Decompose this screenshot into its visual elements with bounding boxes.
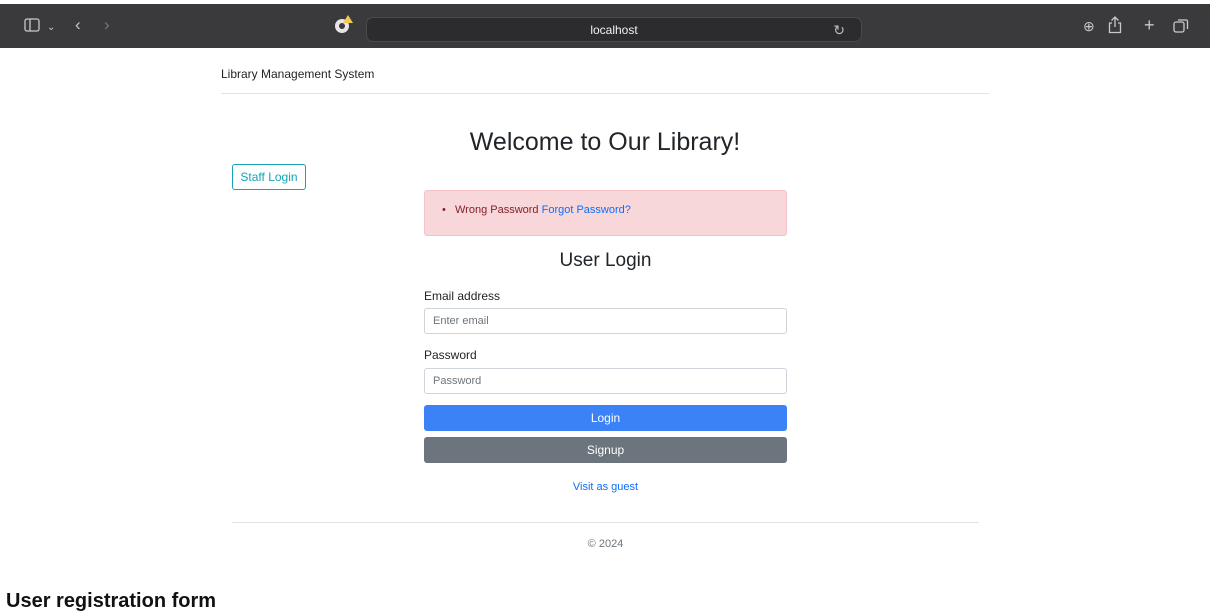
login-button[interactable]: Login (424, 405, 787, 431)
forgot-password-link[interactable]: Forgot Password? (542, 204, 631, 216)
footer-copyright: © 2024 (587, 538, 624, 550)
address-bar[interactable]: localhost ↻ (366, 17, 862, 42)
navbar-brand[interactable]: Library Management System (221, 67, 374, 81)
address-bar-url: localhost (590, 23, 638, 37)
staff-login-button[interactable]: Staff Login (232, 164, 306, 190)
new-tab-icon[interactable]: + (1144, 16, 1155, 34)
forward-icon[interactable]: › (104, 16, 110, 33)
download-icon[interactable]: ⊕ (1083, 18, 1095, 35)
shield-icon[interactable] (334, 14, 354, 39)
tabs-icon[interactable] (1173, 18, 1189, 37)
visit-as-guest-link[interactable]: Visit as guest (424, 481, 787, 493)
sidebar-icon[interactable] (24, 18, 40, 35)
share-icon[interactable] (1108, 16, 1122, 37)
signup-button[interactable]: Signup (424, 437, 787, 463)
back-icon[interactable]: ‹ (75, 16, 81, 33)
browser-toolbar: ⌄ ‹ › localhost ↻ ⊕ + (0, 4, 1210, 48)
document-caption-bottom: User registration form (6, 590, 217, 612)
chevron-down-icon[interactable]: ⌄ (47, 19, 55, 36)
reload-icon[interactable]: ↻ (833, 22, 845, 39)
password-field[interactable] (424, 368, 787, 394)
footer-divider (232, 522, 979, 523)
error-alert: Wrong Password Forgot Password? (424, 190, 787, 236)
login-form-title: User Login (559, 250, 652, 271)
alert-message: Wrong Password (455, 204, 539, 216)
password-label: Password (424, 348, 477, 362)
email-field[interactable] (424, 308, 787, 334)
header-divider (221, 93, 989, 94)
page-title: Welcome to Our Library! (469, 128, 741, 156)
alert-list-item: Wrong Password Forgot Password? (442, 204, 631, 216)
email-label: Email address (424, 289, 501, 303)
